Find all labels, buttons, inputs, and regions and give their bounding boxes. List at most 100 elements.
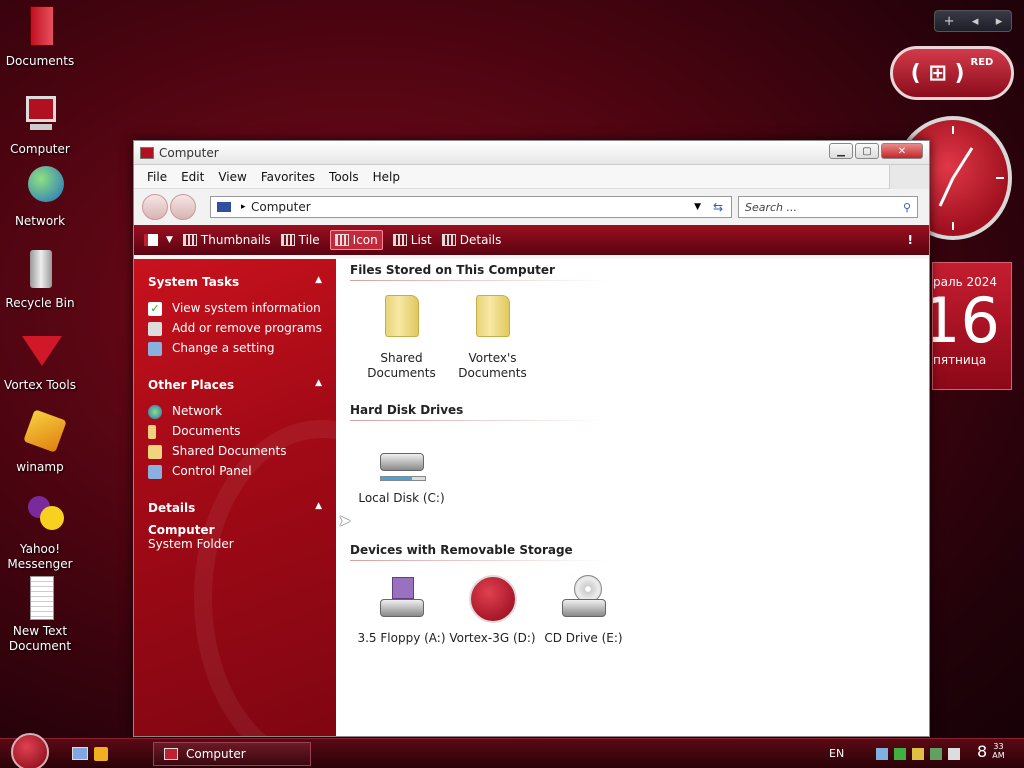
desktop-icon-label: Network [14,214,66,228]
dropdown-arrow-icon[interactable]: ▼ [694,202,701,212]
local-disk-c-item[interactable]: Local Disk (C:) [356,435,447,543]
title-bar[interactable]: Computer ▁ ▢ ✕ [134,141,929,165]
menu-tools[interactable]: Tools [322,170,366,184]
toolbar-options-icon[interactable]: ! [908,233,913,247]
tray-volume-icon[interactable] [948,748,960,760]
address-field[interactable]: ▸ Computer ▼ ⇆ [210,196,732,218]
tray-network-icon[interactable] [876,748,888,760]
explorer-window: Computer ▁ ▢ ✕ File Edit View Favorites … [133,140,930,737]
thumbnails-icon [182,234,197,246]
desktop-icon-new-text-document[interactable]: New Text Document [2,574,78,654]
search-icon[interactable]: ⚲ [903,201,911,214]
calendar-day: 16 [933,284,1000,357]
view-list-button[interactable]: List [392,233,432,247]
minimize-button[interactable]: ▁ [829,143,853,159]
desktop-icon-recycle-bin[interactable]: Recycle Bin [2,246,78,311]
network-link[interactable]: Network [148,404,322,419]
language-indicator[interactable]: EN [829,747,844,760]
maximize-button[interactable]: ▢ [855,143,879,159]
show-desktop-icon[interactable] [72,747,88,760]
add-remove-programs-link[interactable]: Add or remove programs [148,321,322,336]
programs-icon [148,322,162,336]
shared-documents-item[interactable]: Shared Documents [356,295,447,403]
desktop-icon-vortex-tools[interactable]: Vortex Tools [2,328,78,393]
red-disc-icon [468,575,517,623]
link-label: Network [172,404,223,418]
desktop-icon-yahoo-messenger[interactable]: Yahoo! Messenger [2,492,78,572]
view-thumbnails-button[interactable]: Thumbnails [182,233,271,247]
taskbar-button-computer[interactable]: Computer [153,742,311,766]
tile-icon [280,234,295,246]
menu-favorites[interactable]: Favorites [254,170,322,184]
collapse-icon[interactable]: ▲ [315,501,322,515]
system-tasks-heading[interactable]: System Tasks ▲ [148,275,322,289]
recycle-bin-icon [16,246,64,294]
removable-items: 3.5 Floppy (A:) Vortex-3G (D:) CD Drive … [350,561,915,683]
menu-file[interactable]: File [140,170,174,184]
desktop-icon-winamp[interactable]: winamp [2,409,78,475]
views-icon [144,234,158,246]
details-title: Details [148,501,196,515]
desktop-icon-label: Vortex Tools [4,378,76,392]
desktop-icon-network[interactable]: Network [2,164,78,229]
view-tile-button[interactable]: Tile [280,233,320,247]
floppy-drive-icon [378,575,426,623]
badge-text: RED [970,57,994,68]
prev-gadget-icon[interactable]: ◂ [972,14,979,29]
file-view: Files Stored on This Computer Shared Doc… [336,259,929,736]
view-thumbnails-label: Thumbnails [200,233,271,247]
tray-app-icon[interactable] [912,748,924,760]
collapse-icon[interactable]: ▲ [315,378,322,392]
close-button[interactable]: ✕ [881,143,923,159]
views-dropdown-button[interactable]: ▼ [144,234,173,246]
folder-icon [378,295,426,343]
back-button[interactable] [142,194,168,220]
view-icon-button[interactable]: Icon [329,230,383,250]
documents-link[interactable]: Documents [148,424,322,439]
forward-button[interactable] [170,194,196,220]
add-gadget-icon[interactable]: + [944,14,955,29]
floppy-a-item[interactable]: 3.5 Floppy (A:) [356,575,447,683]
search-input[interactable]: Search ... ⚲ [738,196,918,218]
next-gadget-icon[interactable]: ▸ [996,14,1003,29]
network-globe-icon [148,405,162,419]
desktop-icon-label: New Text Document [8,624,72,653]
start-button[interactable] [11,732,49,768]
details-group: Details ▲ Computer System Folder [148,501,322,551]
change-setting-link[interactable]: Change a setting [148,341,322,356]
view-system-info-link[interactable]: ✓ View system information [148,301,322,316]
desktop-icon-documents[interactable]: Documents [2,4,78,69]
view-icon-label: Icon [352,233,378,247]
address-text: Computer [251,200,311,214]
vortex-3g-d-item[interactable]: Vortex-3G (D:) [447,575,538,683]
taskbar-clock[interactable]: 8 33 AM [977,742,1005,761]
calendar-gadget[interactable]: раль 2024 16 пятница [932,262,1012,390]
tray-shield-icon[interactable] [894,748,906,760]
media-player-icon[interactable] [94,747,108,761]
gadget-sidebar-controls[interactable]: + ◂ ▸ [934,10,1012,32]
taskbar: Computer EN 8 33 AM [0,732,1024,768]
details-type: System Folder [148,537,234,551]
collapse-icon[interactable]: ▲ [315,275,322,289]
control-panel-link[interactable]: Control Panel [148,464,322,479]
menu-view[interactable]: View [211,170,253,184]
window-title: Computer [159,145,219,160]
chevron-right-icon: ▸ [241,202,246,212]
tray-monitor-icon[interactable] [930,748,942,760]
menu-edit[interactable]: Edit [174,170,211,184]
desktop-icon-computer[interactable]: Computer [2,92,78,157]
view-details-button[interactable]: Details [441,233,501,247]
shared-documents-link[interactable]: Shared Documents [148,444,322,459]
menu-help[interactable]: Help [366,170,407,184]
section-hard-disks: Hard Disk Drives [350,403,608,421]
refresh-icon[interactable]: ⇆ [713,200,723,214]
cd-drive-e-item[interactable]: CD Drive (E:) [538,575,629,683]
vortex-documents-item[interactable]: Vortex's Documents [447,295,538,403]
view-toolbar: ▼ Thumbnails Tile Icon List Details ! [134,225,929,255]
list-icon [392,234,407,246]
other-places-heading[interactable]: Other Places ▲ [148,378,322,392]
winamp-icon [16,409,67,458]
details-heading[interactable]: Details ▲ [148,501,322,515]
documents-icon [16,4,64,52]
system-tasks-group: System Tasks ▲ ✓ View system information… [148,275,322,356]
